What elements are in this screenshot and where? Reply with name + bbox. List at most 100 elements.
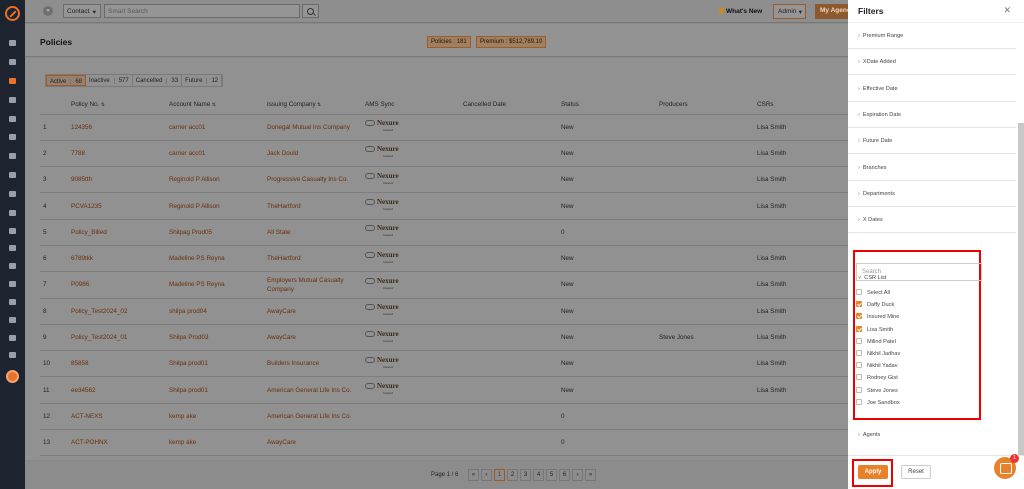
- status-tab-inactive[interactable]: Inactive 577: [86, 75, 133, 86]
- issuing-company-link[interactable]: AwayCare: [264, 324, 362, 352]
- table-row[interactable]: 2 7788 carrier acc01 Jack Dould Nexure Insure…: [40, 140, 848, 168]
- csr-option[interactable]: Daffy Duck: [856, 301, 900, 313]
- tools-icon[interactable]: [9, 317, 16, 323]
- filter-section-xdate-added[interactable]: XDate Added: [848, 49, 1016, 76]
- table-row[interactable]: 7 P0986 Madeline PS Reyna Employers Mutual …: [40, 271, 848, 299]
- issuing-company-link[interactable]: TheHartford: [264, 192, 362, 220]
- issuing-company-link[interactable]: Progressive Casualty Ins Co.: [264, 166, 362, 194]
- csr-option[interactable]: Insured Mine: [856, 313, 900, 325]
- column-header[interactable]: Policy No. ⇅: [68, 96, 166, 115]
- page-button[interactable]: 1: [494, 469, 505, 481]
- policy-number-link[interactable]: ee34562: [68, 376, 166, 404]
- account-name-link[interactable]: shilpa prod04: [166, 298, 264, 325]
- search-icon[interactable]: [302, 4, 319, 18]
- page-nav-button[interactable]: «: [468, 469, 479, 481]
- column-header[interactable]: Account Name ⇅: [166, 96, 264, 115]
- analytics-icon[interactable]: [9, 335, 16, 341]
- search-type-select[interactable]: Contact ▾: [63, 4, 101, 18]
- issuing-company-link[interactable]: American General Life Ins Co.: [264, 403, 362, 431]
- table-row[interactable]: 10 85858 Shilpa prod01 Builders Insurance Ne…: [40, 350, 848, 378]
- checkbox[interactable]: [856, 349, 862, 356]
- settings-icon[interactable]: [9, 352, 16, 358]
- admin-dropdown[interactable]: Admin ▾: [773, 4, 806, 19]
- account-name-link[interactable]: Madeline PS Reyna: [166, 271, 264, 299]
- issuing-company-link[interactable]: Jack Dould: [264, 140, 362, 168]
- user-avatar[interactable]: [6, 370, 19, 383]
- filter-section-x-dates[interactable]: X Dates: [848, 207, 1016, 234]
- page-button[interactable]: 5: [546, 469, 557, 481]
- sort-icon[interactable]: ⇅: [99, 102, 105, 108]
- document-icon[interactable]: [9, 191, 16, 197]
- calendar-icon[interactable]: [9, 263, 16, 269]
- policy-number-link[interactable]: Policy_Test2024_02: [68, 298, 166, 325]
- policy-number-link[interactable]: PCVA1235: [68, 192, 166, 220]
- filter-section-future-date[interactable]: Future Date: [848, 128, 1016, 155]
- policy-number-link[interactable]: ACT-POHNX: [68, 429, 166, 457]
- csr-option[interactable]: Nikhil Jadhav: [856, 349, 900, 362]
- status-tab-cancelled[interactable]: Cancelled 33: [133, 75, 183, 86]
- policies-icon[interactable]: [9, 78, 16, 84]
- page-button[interactable]: 4: [533, 469, 544, 481]
- account-name-link[interactable]: kemp ake: [166, 403, 264, 431]
- csr-option[interactable]: Lisa Smith: [856, 325, 900, 338]
- policy-number-link[interactable]: Policy_Billed: [68, 219, 166, 246]
- issuing-company-link[interactable]: AwayCare: [264, 429, 362, 457]
- policy-number-link[interactable]: Policy_Test2024_01: [68, 324, 166, 352]
- smart-search-input[interactable]: Smart Search: [104, 4, 300, 18]
- app-logo-icon[interactable]: [5, 6, 20, 21]
- table-row[interactable]: 9 Policy_Test2024_01 Shilpa Prod03 AwayCare…: [40, 324, 848, 352]
- policy-number-link[interactable]: 6789tkk: [68, 245, 166, 273]
- page-button[interactable]: 6: [559, 469, 570, 481]
- table-row[interactable]: 6 6789tkk Madeline PS Reyna TheHartford Nexu…: [40, 245, 848, 273]
- policy-number-link[interactable]: P0986: [68, 271, 166, 299]
- policy-number-link[interactable]: 9085tth: [68, 166, 166, 194]
- account-name-link[interactable]: Shilpa prod01: [166, 376, 264, 404]
- page-nav-button[interactable]: »: [585, 469, 596, 481]
- account-name-link[interactable]: carrier acc01: [166, 140, 264, 168]
- table-row[interactable]: 13 ACT-POHNX kemp ake AwayCare 0: [40, 429, 848, 457]
- collapse-sidebar-icon[interactable]: «: [43, 6, 53, 16]
- csr-option[interactable]: Milind Patel: [856, 337, 900, 350]
- table-row[interactable]: 1 124356 carrier acc01 Donegal Mutual Ins C…: [40, 114, 848, 141]
- csr-option[interactable]: Select All: [856, 289, 900, 301]
- policy-number-link[interactable]: 85858: [68, 350, 166, 378]
- filters-scroll-area[interactable]: Premium RangeXDate AddedEffective DateEx…: [848, 22, 1024, 455]
- tasks-icon[interactable]: [9, 281, 16, 287]
- list-icon[interactable]: [9, 116, 16, 122]
- checkbox[interactable]: [856, 398, 862, 405]
- filter-section-expiration-date[interactable]: Expiration Date: [848, 102, 1016, 128]
- status-tab-active[interactable]: Active 68: [46, 75, 87, 86]
- account-name-link[interactable]: Shilpa Prod03: [166, 324, 264, 352]
- account-name-link[interactable]: carrier acc01: [166, 114, 264, 141]
- sort-icon[interactable]: ⇅: [316, 102, 321, 108]
- filter-section-effective-date[interactable]: Effective Date: [848, 76, 1016, 102]
- sort-icon[interactable]: ⇅: [210, 102, 216, 108]
- folder-icon[interactable]: [9, 228, 16, 234]
- issuing-company-link[interactable]: Donegal Mutual Ins Company: [264, 114, 362, 141]
- reports-icon[interactable]: [9, 210, 16, 216]
- checkbox[interactable]: [856, 362, 862, 369]
- account-name-link[interactable]: Reginold P Allison: [166, 192, 264, 220]
- csr-option[interactable]: Steve Jones: [856, 386, 900, 399]
- issuing-company-link[interactable]: American General Life Ins Co.: [264, 376, 362, 404]
- close-icon[interactable]: ✕: [1003, 5, 1011, 16]
- whats-new-link[interactable]: What's New: [719, 7, 762, 15]
- megaphone-icon[interactable]: [9, 172, 16, 178]
- policy-number-link[interactable]: 7788: [68, 140, 166, 168]
- csr-option[interactable]: Joe Sandbox: [856, 398, 900, 411]
- issuing-company-link[interactable]: AwayCare: [264, 298, 362, 325]
- filter-icon[interactable]: [9, 153, 16, 159]
- checkbox[interactable]: [856, 301, 862, 308]
- apply-button[interactable]: Apply: [858, 465, 888, 479]
- table-row[interactable]: 5 Policy_Billed Shilpag Prod05 All State Nex…: [40, 219, 848, 246]
- csr-option[interactable]: Nikhil Yadav: [856, 362, 900, 374]
- table-row[interactable]: 4 PCVA1235 Reginold P Allison TheHartford Ne…: [40, 192, 848, 220]
- chat-icon[interactable]: 1: [994, 454, 1019, 479]
- checkbox[interactable]: [856, 289, 862, 295]
- account-name-link[interactable]: Shilpag Prod05: [166, 219, 264, 246]
- policy-number-link[interactable]: 124356: [68, 114, 166, 141]
- issuing-company-link[interactable]: TheHartford: [264, 245, 362, 273]
- issuing-company-link[interactable]: Builders Insurance: [264, 350, 362, 378]
- reset-button[interactable]: Reset: [901, 465, 931, 479]
- page-button[interactable]: 3: [520, 469, 531, 481]
